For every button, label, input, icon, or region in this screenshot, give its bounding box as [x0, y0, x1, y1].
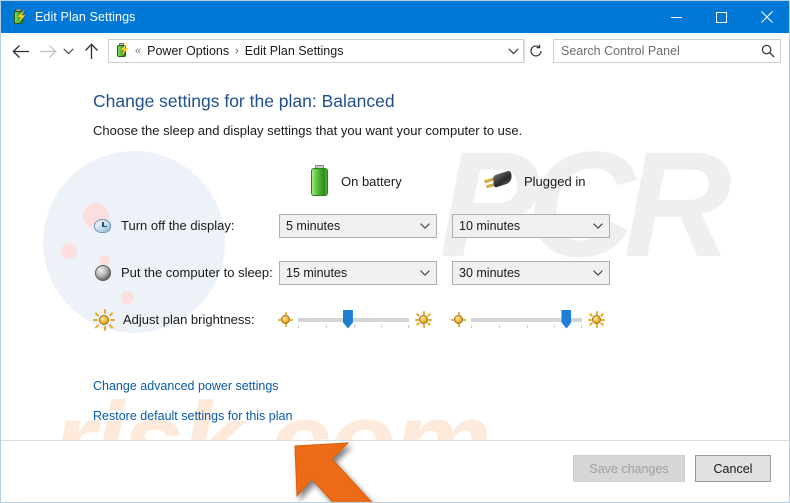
footer-buttons: Save changes Cancel	[573, 455, 771, 482]
display-plugged-in-control: 1 minute2 minutes3 minutes5 minutes10 mi…	[452, 213, 610, 238]
page-title: Change settings for the plan: Balanced	[93, 91, 395, 111]
column-header-on-battery: On battery	[310, 164, 402, 198]
link-row-advanced: Change advanced power settings	[93, 377, 789, 407]
link-restore-default-settings[interactable]: Restore default settings for this plan	[93, 409, 292, 423]
slider-ticks	[298, 324, 409, 330]
link-change-advanced-power-settings[interactable]: Change advanced power settings	[93, 379, 279, 393]
breadcrumb-item-edit-plan-settings[interactable]: Edit Plan Settings	[245, 44, 344, 58]
maximize-button[interactable]	[699, 1, 744, 33]
setting-row-sleep: Put the computer to sleep: 1 minute2 min…	[93, 249, 789, 296]
brightness-plugged-in-slider-group	[451, 309, 605, 331]
brightness-low-icon	[451, 312, 466, 327]
display-clock-icon	[93, 216, 113, 236]
cancel-button[interactable]: Cancel	[695, 455, 771, 482]
setting-label-sleep: Put the computer to sleep:	[121, 265, 273, 280]
display-plugged-in-dropdown[interactable]: 1 minute2 minutes3 minutes5 minutes10 mi…	[452, 213, 610, 238]
power-plan-icon: ⚡	[10, 8, 27, 26]
brightness-sun-icon	[93, 308, 115, 331]
refresh-icon[interactable]	[524, 39, 547, 63]
brightness-plugged-in-control	[451, 309, 605, 331]
recent-locations-chevron-down-icon[interactable]	[59, 37, 77, 65]
brightness-plugged-in-slider[interactable]	[471, 309, 582, 331]
address-bar[interactable]: ⚡ « Power Options › Edit Plan Settings	[108, 39, 524, 63]
power-plug-icon	[483, 169, 513, 193]
breadcrumb-overflow-icon[interactable]: «	[135, 45, 141, 57]
page-body: Change settings for the plan: Balanced C…	[1, 69, 789, 437]
sleep-on-battery-dropdown[interactable]: 1 minute2 minutes3 minutes5 minutes10 mi…	[279, 260, 437, 285]
address-dropdown-chevron-down-icon[interactable]	[503, 40, 523, 62]
breadcrumb-separator-icon: ›	[235, 45, 239, 57]
window-controls	[654, 1, 789, 33]
search-box[interactable]	[553, 39, 781, 63]
sleep-on-battery-control: 1 minute2 minutes3 minutes5 minutes10 mi…	[279, 260, 437, 285]
window-title: Edit Plan Settings	[35, 10, 136, 24]
column-headers: On battery Plugged in	[93, 164, 789, 198]
address-power-plan-icon: ⚡	[114, 43, 130, 59]
forward-arrow-icon	[35, 37, 59, 65]
column-label-plugged-in: Plugged in	[524, 173, 586, 189]
brightness-low-icon	[278, 312, 293, 327]
slider-track	[298, 317, 409, 322]
setting-label-turn-off-display: Turn off the display:	[121, 218, 235, 233]
edit-plan-settings-window: ⚡ Edit Plan Settings ⚡ « Power Options ›…	[0, 0, 790, 503]
breadcrumb-item-power-options[interactable]: Power Options	[147, 44, 229, 58]
navigation-bar: ⚡ « Power Options › Edit Plan Settings	[1, 33, 789, 69]
back-arrow-icon[interactable]	[7, 37, 35, 65]
brightness-high-icon	[588, 311, 605, 328]
footer-bar: Save changes Cancel	[1, 440, 789, 502]
save-changes-button[interactable]: Save changes	[573, 455, 685, 482]
close-button[interactable]	[744, 1, 789, 33]
sleep-plugged-in-dropdown[interactable]: 1 minute2 minutes3 minutes5 minutes10 mi…	[452, 260, 610, 285]
setting-row-turn-off-display: Turn off the display: 1 minute2 minutes3…	[93, 202, 789, 249]
display-on-battery-control: 1 minute2 minutes3 minutes5 minutes10 mi…	[279, 213, 437, 238]
sleep-icon	[93, 263, 113, 283]
link-row-restore: Restore default settings for this plan	[93, 407, 789, 437]
brightness-on-battery-slider[interactable]	[298, 309, 409, 331]
minimize-button[interactable]	[654, 1, 699, 33]
brightness-on-battery-slider-group	[278, 309, 432, 331]
display-on-battery-dropdown[interactable]: 1 minute2 minutes3 minutes5 minutes10 mi…	[279, 213, 437, 238]
setting-row-brightness: Adjust plan brightness:	[93, 296, 789, 343]
search-input[interactable]	[554, 44, 756, 58]
links-section: Change advanced power settings Restore d…	[93, 377, 789, 437]
sleep-plugged-in-control: 1 minute2 minutes3 minutes5 minutes10 mi…	[452, 260, 610, 285]
content-area: PCR risk.com Change settings for the pla…	[1, 69, 789, 502]
up-arrow-icon[interactable]	[77, 37, 105, 65]
setting-label-brightness: Adjust plan brightness:	[123, 312, 255, 327]
battery-icon	[310, 165, 330, 197]
brightness-on-battery-control	[278, 309, 432, 331]
page-subtitle: Choose the sleep and display settings th…	[93, 123, 523, 138]
brightness-high-icon	[415, 311, 432, 328]
column-header-plugged-in: Plugged in	[483, 164, 585, 198]
settings-rows: Turn off the display: 1 minute2 minutes3…	[93, 202, 789, 343]
column-label-on-battery: On battery	[341, 173, 402, 189]
search-icon[interactable]	[756, 40, 780, 62]
title-bar: ⚡ Edit Plan Settings	[1, 1, 789, 33]
